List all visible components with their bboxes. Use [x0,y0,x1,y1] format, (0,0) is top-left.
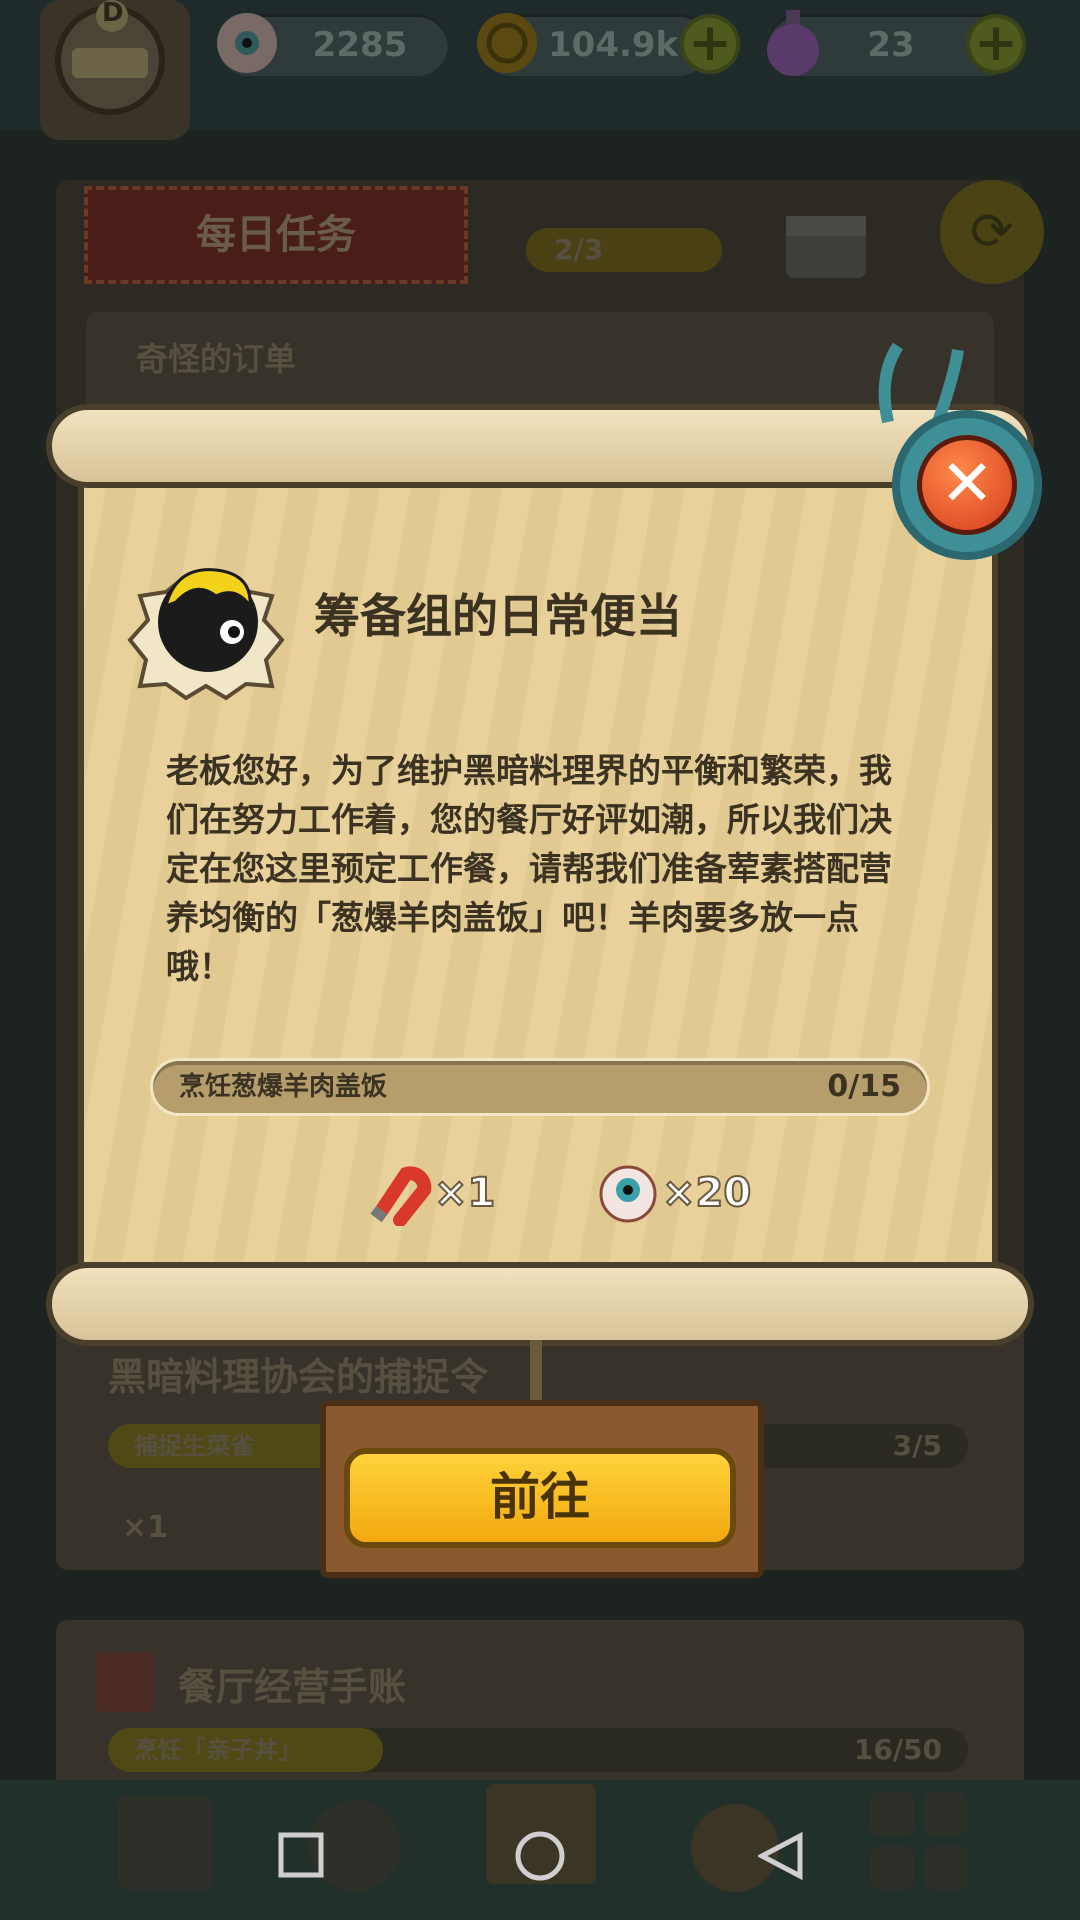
quest-description: 老板您好，为了维护黑暗料理界的平衡和繁荣，我们在努力工作着，您的餐厅好评如潮，所… [166,751,892,986]
quest-progress-label: 烹饪葱爆羊肉盖饭 [179,1072,388,1102]
task-progress-count: 3/5 [892,1429,942,1462]
reward-qty-eyeball: ×20 [661,1169,752,1217]
add-coins-button[interactable]: + [680,14,740,74]
refresh-button[interactable]: ⟳ [940,180,1044,284]
coin-icon [474,10,540,80]
eyeball-icon [214,10,280,80]
list-item[interactable]: 餐厅经营手账 烹饪「亲子丼」 16/50 [56,1620,1024,1790]
task-progress: 烹饪「亲子丼」 16/50 [108,1728,968,1772]
book-icon [92,1646,158,1720]
nav-grid-icon[interactable] [864,1786,974,1900]
eyeball-count: 2285 [312,25,408,65]
task-title: 餐厅经营手账 [178,1665,407,1709]
daily-tab[interactable]: 每日任务 [84,186,468,284]
system-back-button[interactable] [756,1831,804,1884]
sign-rope [530,1340,542,1404]
coin-count: 104.9k [548,25,679,65]
potion-icon [760,6,826,84]
go-button[interactable]: 前往 [344,1448,736,1548]
quest-progress-count: 0/15 [827,1069,901,1104]
daily-progress-text: 2/3 [554,233,604,266]
system-home-button[interactable] [514,1830,566,1886]
scroll-bottom-rod [46,1262,1034,1346]
quest-giver-avatar [126,536,286,710]
task-progress-label: 烹饪「亲子丼」 [134,1736,302,1764]
quest-title: 筹备组的日常便当 [314,589,682,643]
eyeball-icon [598,1164,658,1228]
task-reward-qty: ×1 [122,1510,169,1545]
add-potions-button[interactable]: + [966,14,1026,74]
list-item[interactable]: 奇怪的订单 [86,312,994,412]
close-icon: ✕ [917,435,1017,535]
task-progress-count: 16/50 [853,1733,942,1766]
daily-progress-track: 2/3 [526,228,722,272]
magnet-icon [366,1160,432,1230]
nav-shop-icon[interactable] [110,1786,220,1900]
task-progress-label: 捕捉生菜雀 [134,1432,254,1460]
quest-progress-bar: 烹饪葱爆羊肉盖饭 0/15 [150,1058,930,1116]
task-title: 奇怪的订单 [136,340,297,378]
close-button[interactable]: ✕ [892,410,1042,560]
refresh-icon: ⟳ [970,202,1014,262]
chest-icon[interactable] [776,186,876,290]
reward-qty-magnet: ×1 [433,1169,496,1217]
top-resource-bar: D 2285 104.9k + 23 + [0,0,1080,140]
task-title: 黑暗料理协会的捕捉令 [108,1355,489,1399]
system-recents-button[interactable] [278,1832,324,1882]
player-avatar[interactable]: D [40,0,190,140]
rank-badge: D [102,0,124,28]
daily-tab-title: 每日任务 [196,212,356,258]
potion-count: 23 [867,25,915,65]
